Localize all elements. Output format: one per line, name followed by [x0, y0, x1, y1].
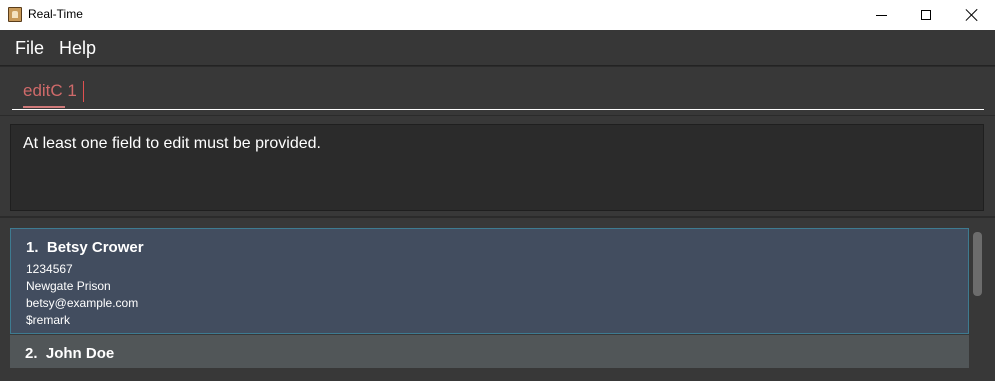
- person-card-title: 1. Betsy Crower: [26, 239, 144, 256]
- person-address: Newgate Prison: [26, 279, 111, 293]
- minimize-button[interactable]: [858, 0, 904, 30]
- person-list[interactable]: 1. Betsy Crower 1234567 Newgate Prison b…: [10, 228, 970, 368]
- window-title: Real-Time: [28, 7, 83, 21]
- person-email: betsy@example.com: [26, 296, 139, 310]
- app-icon: [8, 7, 22, 22]
- menu-file[interactable]: File: [15, 38, 44, 59]
- person-remark: $remark: [26, 313, 71, 327]
- person-index: 1.: [26, 239, 39, 256]
- person-name: John Doe: [45, 345, 115, 362]
- person-phone: 1234567: [26, 262, 73, 276]
- person-list-scrollbar[interactable]: [971, 228, 984, 368]
- command-input-text: editC 1: [23, 81, 77, 100]
- result-message: At least one field to edit must be provi…: [23, 135, 321, 152]
- spellcheck-underline: [23, 106, 65, 108]
- text-caret: [83, 81, 84, 102]
- command-input[interactable]: editC 1: [12, 75, 984, 110]
- menu-bar: File Help: [0, 30, 995, 66]
- window-titlebar[interactable]: Real-Time: [0, 0, 995, 30]
- person-list-panel: 1. Betsy Crower 1234567 Newgate Prison b…: [0, 218, 995, 381]
- minimize-icon: [875, 14, 887, 16]
- person-name: Betsy Crower: [46, 239, 144, 256]
- person-index: 2.: [25, 345, 38, 362]
- person-card[interactable]: 1. Betsy Crower 1234567 Newgate Prison b…: [10, 228, 969, 334]
- maximize-icon: [921, 10, 931, 20]
- result-area: At least one field to edit must be provi…: [0, 116, 995, 216]
- menu-help[interactable]: Help: [59, 38, 96, 59]
- maximize-button[interactable]: [903, 0, 949, 30]
- scrollbar-thumb[interactable]: [973, 232, 982, 296]
- result-display[interactable]: At least one field to edit must be provi…: [10, 124, 984, 211]
- close-button[interactable]: [949, 0, 995, 30]
- person-card-title: 2. John Doe: [25, 345, 114, 362]
- command-area: editC 1: [0, 67, 995, 115]
- close-icon: [966, 9, 978, 21]
- person-card[interactable]: 2. John Doe: [10, 335, 969, 368]
